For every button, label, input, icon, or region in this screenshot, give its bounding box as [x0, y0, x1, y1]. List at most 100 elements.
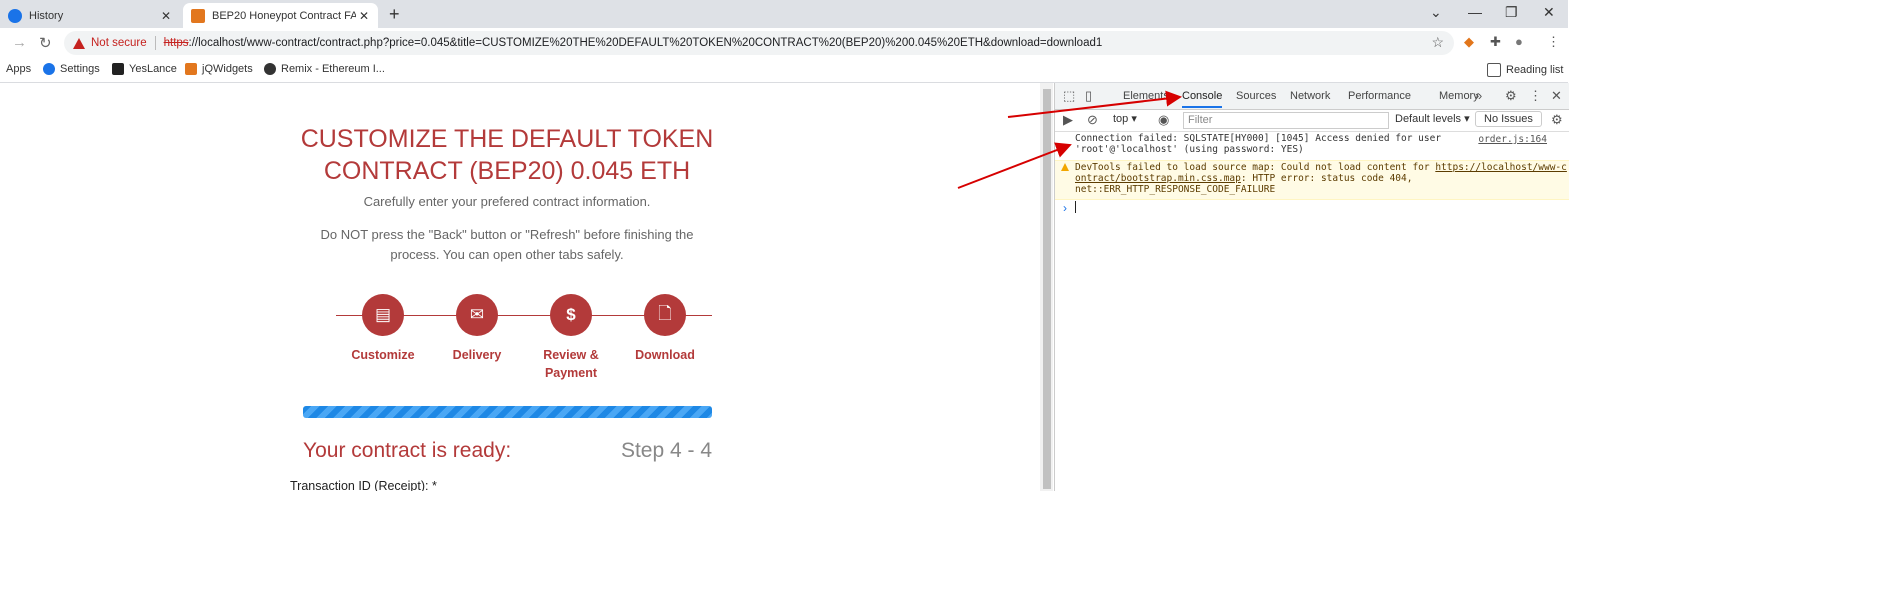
warning-triangle-icon: [73, 37, 85, 49]
console-filter-input[interactable]: Filter: [1183, 112, 1389, 129]
context-selector[interactable]: top ▾: [1113, 112, 1137, 125]
bookmark-star-icon[interactable]: ☆: [1431, 34, 1444, 51]
close-icon[interactable]: ✕: [158, 9, 174, 23]
message-line: Connection failed: SQLSTATE[HY000] [1045…: [1075, 133, 1442, 144]
more-menu-icon[interactable]: ⋮: [1547, 34, 1560, 50]
subtitle: Carefully enter your prefered contract i…: [363, 194, 651, 209]
gear-icon[interactable]: ⚙: [1505, 88, 1517, 104]
devtools-panel: ⬚ ▯ Elements Console Sources Network Per…: [1054, 83, 1569, 491]
devtools-tab-network[interactable]: Network: [1290, 90, 1330, 102]
more-tabs-chevron-icon[interactable]: »: [1475, 88, 1482, 103]
step-label-customize: Customize: [338, 346, 428, 364]
url-scheme: https: [163, 37, 189, 49]
bookmark-label: jQWidgets: [202, 63, 253, 75]
notice: Do NOT press the "Back" button or "Refre…: [300, 225, 714, 265]
minimize-icon[interactable]: —: [1468, 4, 1482, 20]
maximize-icon[interactable]: ❐: [1505, 4, 1518, 21]
tab-title: History: [29, 9, 64, 22]
reload-icon[interactable]: ↻: [39, 34, 52, 52]
divider: [154, 36, 156, 50]
window-close-icon[interactable]: ✕: [1543, 4, 1555, 21]
step-label-text: Download: [635, 348, 695, 362]
bookmark-label: YesLance: [129, 63, 177, 75]
source-link[interactable]: order.js:164: [1478, 134, 1547, 145]
yeslance-logo-icon: [112, 63, 124, 75]
forward-arrow-icon[interactable]: →: [12, 34, 27, 51]
step-counter: Step 4 - 4: [620, 439, 712, 462]
issues-button[interactable]: No Issues: [1475, 111, 1542, 127]
contract-ready-heading: Your contract is ready:: [303, 439, 512, 462]
new-tab-plus-icon[interactable]: +: [389, 4, 400, 25]
metamask-fox-icon[interactable]: ◆: [1464, 34, 1474, 50]
list-icon: ▤: [374, 305, 392, 324]
eye-icon[interactable]: ◉: [1158, 112, 1169, 128]
tab-title: BEP20 Honeypot Contract FAQ |: [212, 9, 356, 22]
devtools-tab-bar: ⬚ ▯ Elements Console Sources Network Per…: [1055, 83, 1569, 110]
devtools-tab-console[interactable]: Console: [1182, 90, 1223, 108]
dollar-icon: $: [566, 305, 576, 324]
console-warning-message: DevTools failed to load source map: Coul…: [1055, 160, 1569, 200]
tab-history[interactable]: History ✕: [0, 3, 180, 28]
browser-toolbar: → ↻ Not secure https ://localhost/www-co…: [0, 28, 1568, 58]
transaction-id-label: Transaction ID (Receipt): *: [290, 479, 437, 491]
step-download-circle[interactable]: 🗋: [644, 294, 686, 336]
source-map-link[interactable]: ontract/bootstrap.min.css.map: [1075, 173, 1241, 184]
bookmark-jqwidgets[interactable]: jQWidgets: [185, 63, 253, 75]
progress-bar: [303, 406, 712, 418]
source-map-link[interactable]: https://localhost/www-c: [1435, 162, 1567, 173]
bookmark-remix[interactable]: Remix - Ethereum I...: [264, 63, 385, 75]
device-toggle-icon[interactable]: ▯: [1085, 88, 1092, 104]
page-title: CUSTOMIZE THE DEFAULT TOKEN CONTRACT (BE…: [300, 123, 714, 187]
not-secure-label[interactable]: Not secure: [91, 37, 147, 49]
devtools-tab-elements[interactable]: Elements: [1123, 90, 1169, 102]
reading-list[interactable]: Reading list: [1487, 63, 1563, 77]
bookmark-apps[interactable]: Apps: [6, 63, 31, 75]
message-text: DevTools failed to load source map: Coul…: [1075, 162, 1436, 173]
console-settings-gear-icon[interactable]: ⚙: [1551, 112, 1563, 128]
message-line: net::ERR_HTTP_RESPONSE_CODE_FAILURE: [1075, 184, 1276, 195]
sidebar-toggle-icon[interactable]: ▶: [1063, 112, 1073, 128]
url-text: ://localhost/www-contract/contract.php?p…: [188, 37, 1103, 49]
step-label-text: Payment: [544, 366, 598, 380]
console-toolbar: ▶ ⊘ top ▾ ◉ Filter Default levels ▾ No I…: [1055, 109, 1569, 132]
bookmark-label: Remix - Ethereum I...: [281, 63, 385, 75]
scrollbar-thumb[interactable]: [1043, 89, 1051, 489]
console-message-text: DevTools failed to load source map: Coul…: [1075, 162, 1567, 195]
message-text: : HTTP error: status code 404,: [1240, 173, 1413, 184]
devtools-tab-memory[interactable]: Memory: [1439, 90, 1479, 102]
step-label-delivery: Delivery: [432, 346, 522, 364]
inspect-element-icon[interactable]: ⬚: [1063, 88, 1075, 104]
devtools-tab-performance[interactable]: Performance: [1348, 90, 1411, 102]
console-message-text: Connection failed: SQLSTATE[HY000] [1045…: [1075, 133, 1455, 155]
bookmark-yeslance[interactable]: YesLance: [112, 63, 177, 75]
envelope-icon: ✉: [469, 305, 485, 324]
bookmark-settings[interactable]: Settings: [43, 63, 100, 75]
step-label-text: Customize: [351, 348, 415, 362]
address-bar[interactable]: Not secure https ://localhost/www-contra…: [64, 31, 1454, 55]
log-levels-dropdown[interactable]: Default levels ▾: [1395, 112, 1470, 125]
clear-console-icon[interactable]: ⊘: [1087, 112, 1098, 128]
step-customize-circle[interactable]: ▤: [362, 294, 404, 336]
devtools-tab-sources[interactable]: Sources: [1236, 90, 1276, 102]
step-label-text: Delivery: [452, 348, 502, 362]
close-icon[interactable]: ✕: [356, 9, 372, 23]
reading-list-label: Reading list: [1506, 64, 1564, 76]
close-devtools-icon[interactable]: ✕: [1551, 88, 1562, 104]
step-label-download: Download: [620, 346, 710, 364]
tab-search-icon[interactable]: ⌄: [1430, 4, 1442, 21]
tab-bep20-faq[interactable]: BEP20 Honeypot Contract FAQ | ✕: [183, 3, 378, 28]
profile-avatar-icon[interactable]: ●: [1515, 34, 1523, 49]
more-options-icon[interactable]: ⋮: [1529, 88, 1542, 104]
console-input[interactable]: [1075, 201, 1076, 213]
notice-line: Do NOT press the "Back" button or "Refre…: [320, 227, 694, 242]
page-scrollbar[interactable]: [1040, 83, 1053, 491]
step-payment-circle[interactable]: $: [550, 294, 592, 336]
page-title-line: CONTRACT (BEP20) 0.045 ETH: [323, 157, 691, 185]
step-label-payment: Review & Payment: [526, 346, 616, 382]
xampp-favicon-icon: [191, 8, 205, 23]
step-delivery-circle[interactable]: ✉: [456, 294, 498, 336]
bookmarks-bar: Apps Settings YesLance jQWidgets Remix -…: [0, 58, 1568, 83]
extensions-puzzle-icon[interactable]: ✚: [1490, 34, 1501, 50]
jqwidgets-logo-icon: [185, 63, 197, 75]
page-title-line: CUSTOMIZE THE DEFAULT TOKEN: [300, 125, 714, 153]
